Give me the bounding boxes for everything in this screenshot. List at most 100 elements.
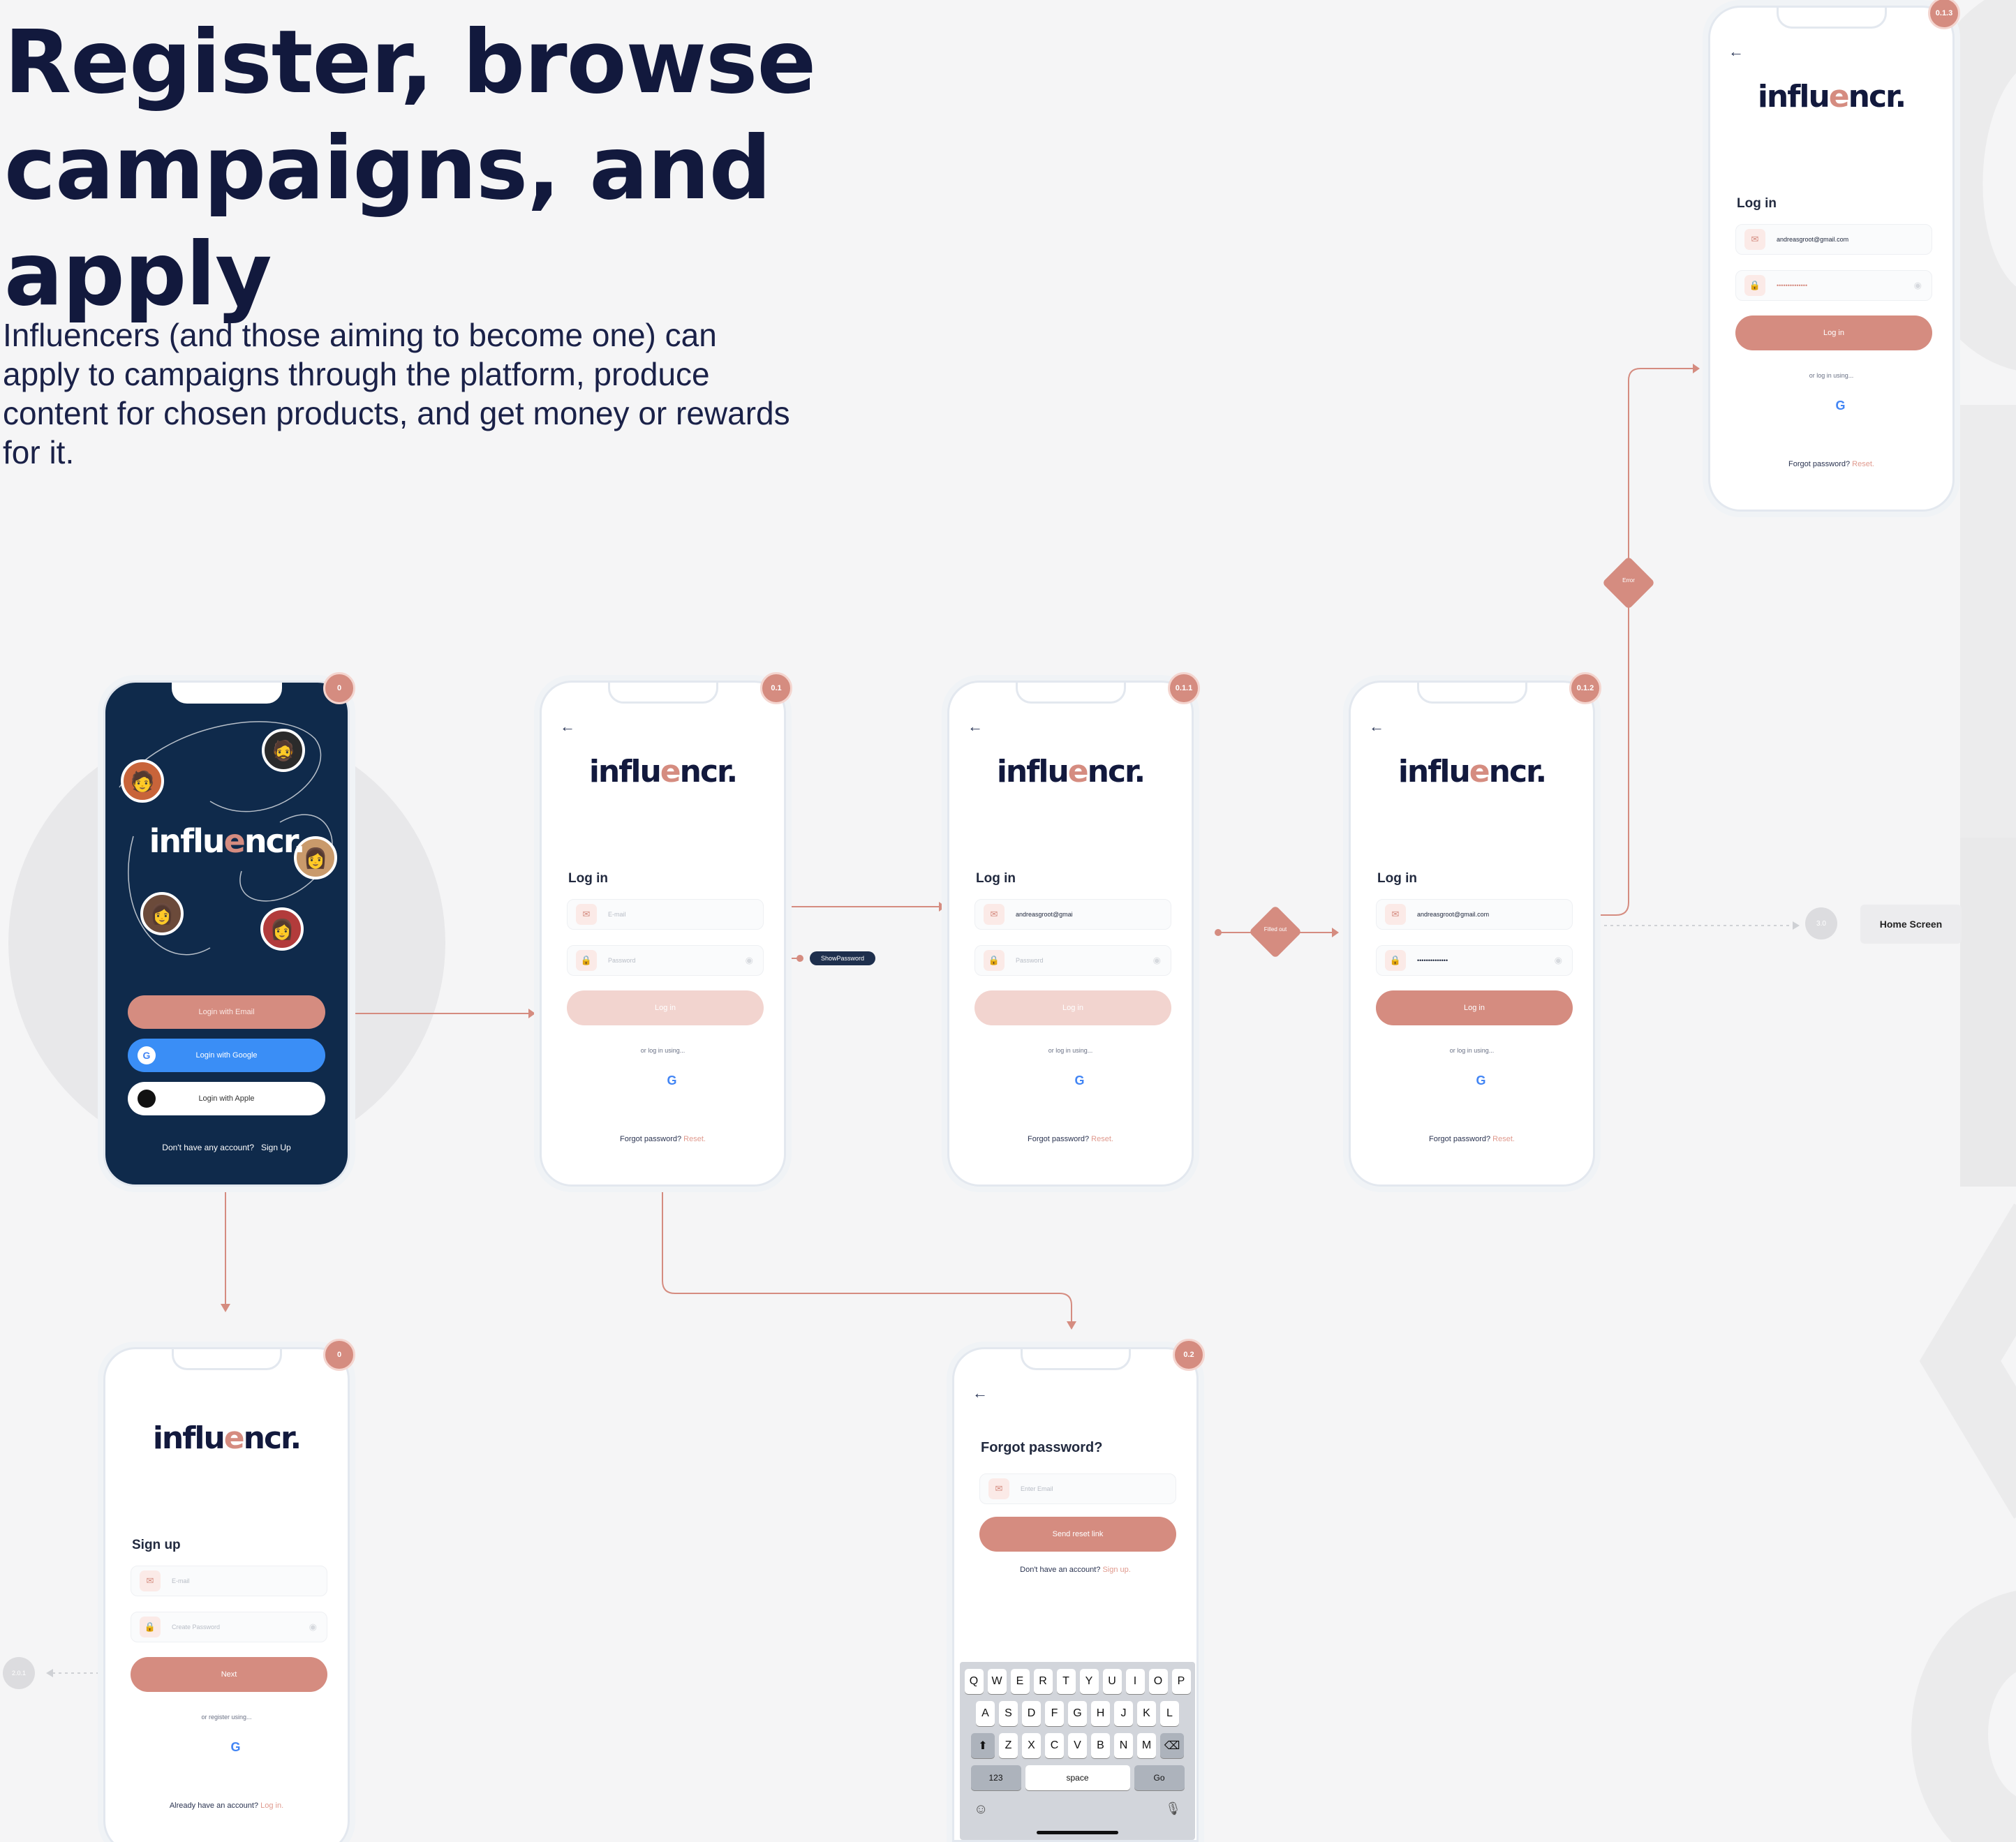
- password-field[interactable]: 🔒 •••••••••••••• ◉: [1376, 945, 1573, 976]
- reset-link[interactable]: Reset.: [1852, 460, 1874, 468]
- back-arrow-icon[interactable]: ←: [972, 1384, 988, 1402]
- mail-icon: ✉: [1385, 904, 1406, 925]
- google-icon[interactable]: G: [1074, 1074, 1084, 1088]
- email-field[interactable]: ✉ E-mail: [131, 1566, 327, 1596]
- password-field[interactable]: 🔒 Password ◉: [974, 945, 1171, 976]
- back-arrow-icon[interactable]: ←: [1728, 43, 1744, 61]
- login-button[interactable]: Log in: [974, 990, 1171, 1025]
- key[interactable]: G: [1068, 1701, 1087, 1726]
- avatar: 👩: [140, 892, 184, 935]
- email-field[interactable]: ✉ andreasgroot@gmail.com: [1376, 899, 1573, 930]
- key[interactable]: A: [976, 1701, 995, 1726]
- shift-key-icon[interactable]: ⬆: [971, 1733, 995, 1758]
- screen-badge: 0.1.1: [1168, 672, 1200, 704]
- key[interactable]: U: [1102, 1669, 1122, 1694]
- microphone-icon[interactable]: 🎙: [1165, 1802, 1181, 1816]
- key[interactable]: Z: [999, 1733, 1018, 1758]
- key[interactable]: J: [1114, 1701, 1133, 1726]
- lock-icon: 🔒: [984, 950, 1005, 971]
- eye-icon[interactable]: ◉: [1153, 955, 1161, 966]
- go-key[interactable]: Go: [1134, 1765, 1185, 1790]
- next-button[interactable]: Next: [131, 1657, 327, 1692]
- eye-icon[interactable]: ◉: [1914, 280, 1922, 291]
- key[interactable]: W: [987, 1669, 1007, 1694]
- key[interactable]: Q: [964, 1669, 984, 1694]
- email-field[interactable]: ✉ Enter Email: [979, 1473, 1176, 1504]
- backspace-key-icon[interactable]: ⌫: [1160, 1733, 1184, 1758]
- eye-icon[interactable]: ◉: [309, 1621, 317, 1633]
- email-field[interactable]: ✉ andreasgroot@gmai: [974, 899, 1171, 930]
- mail-icon: ✉: [988, 1478, 1009, 1499]
- create-password-field[interactable]: 🔒 Create Password ◉: [131, 1612, 327, 1642]
- key[interactable]: T: [1056, 1669, 1076, 1694]
- node-2-0-1: 2.0.1: [3, 1657, 35, 1689]
- key[interactable]: H: [1091, 1701, 1110, 1726]
- key[interactable]: E: [1010, 1669, 1030, 1694]
- onscreen-keyboard: Q W E R T Y U I O P A S D F G H J K L ⬆ …: [960, 1662, 1195, 1840]
- home-screen-node[interactable]: Home Screen: [1860, 905, 1962, 944]
- back-arrow-icon[interactable]: ←: [560, 718, 575, 736]
- phone-notch: [171, 1349, 282, 1370]
- key[interactable]: K: [1137, 1701, 1156, 1726]
- key[interactable]: S: [999, 1701, 1018, 1726]
- key[interactable]: I: [1125, 1669, 1145, 1694]
- phone-welcome: 🧑 🧔 👩 👩 👩 influencr. Login with Email GL…: [103, 681, 350, 1187]
- lock-icon: 🔒: [1744, 275, 1765, 296]
- sign-up-link[interactable]: Sign up.: [1102, 1566, 1130, 1574]
- eye-icon[interactable]: ◉: [746, 955, 753, 966]
- reset-link[interactable]: Reset.: [1492, 1135, 1515, 1143]
- space-key[interactable]: space: [1025, 1765, 1130, 1790]
- password-field[interactable]: 🔒 Password ◉: [567, 945, 764, 976]
- app-logo: influencr.: [1398, 754, 1547, 789]
- key[interactable]: L: [1160, 1701, 1179, 1726]
- key[interactable]: M: [1137, 1733, 1156, 1758]
- login-button[interactable]: Log in: [1735, 315, 1932, 350]
- emoji-icon[interactable]: ☺: [974, 1802, 988, 1818]
- key[interactable]: R: [1033, 1669, 1053, 1694]
- key[interactable]: C: [1045, 1733, 1064, 1758]
- mail-icon: ✉: [576, 904, 597, 925]
- google-icon[interactable]: G: [667, 1074, 676, 1088]
- key[interactable]: X: [1022, 1733, 1041, 1758]
- key[interactable]: D: [1022, 1701, 1041, 1726]
- reset-link[interactable]: Reset.: [1091, 1135, 1113, 1143]
- key[interactable]: N: [1114, 1733, 1133, 1758]
- mail-icon: ✉: [984, 904, 1005, 925]
- eye-icon[interactable]: ◉: [1555, 955, 1562, 966]
- key[interactable]: V: [1068, 1733, 1087, 1758]
- numbers-key[interactable]: 123: [970, 1765, 1021, 1790]
- lock-icon: 🔒: [1385, 950, 1406, 971]
- or-login-text: or log in using...: [640, 1047, 685, 1054]
- signup-prompt: Don't have any account? Sign Up: [162, 1143, 291, 1152]
- login-link[interactable]: Log in.: [260, 1802, 283, 1810]
- google-icon[interactable]: G: [230, 1740, 240, 1755]
- login-google-button[interactable]: G Login with Google: [128, 1039, 325, 1072]
- send-reset-link-button[interactable]: Send reset link: [979, 1517, 1176, 1552]
- login-button[interactable]: Log in: [567, 990, 764, 1025]
- back-arrow-icon[interactable]: ←: [968, 718, 983, 736]
- email-field[interactable]: ✉ E-mail: [567, 899, 764, 930]
- password-field[interactable]: 🔒 •••••••••••••• ◉: [1735, 270, 1932, 301]
- or-register-text: or register using...: [201, 1714, 252, 1721]
- key[interactable]: F: [1045, 1701, 1064, 1726]
- social-logins: G: [105, 1740, 348, 1755]
- google-icon[interactable]: G: [1476, 1074, 1485, 1088]
- google-icon[interactable]: G: [1835, 399, 1845, 413]
- login-heading: Log in: [568, 871, 608, 886]
- keyboard-row-3: ⬆ Z X C V B N M ⌫: [960, 1733, 1195, 1758]
- login-email-button[interactable]: Login with Email: [128, 995, 325, 1029]
- login-heading: Log in: [976, 871, 1016, 886]
- email-field[interactable]: ✉ andreasgroot@gmail.com: [1735, 224, 1932, 255]
- phone-login-error: ← influencr. Log in ✉ andreasgroot@gmail.…: [1708, 6, 1955, 512]
- key[interactable]: B: [1091, 1733, 1110, 1758]
- key[interactable]: O: [1148, 1669, 1168, 1694]
- key[interactable]: Y: [1079, 1669, 1099, 1694]
- login-apple-button[interactable]: Login with Apple: [128, 1082, 325, 1115]
- login-button[interactable]: Log in: [1376, 990, 1573, 1025]
- back-arrow-icon[interactable]: ←: [1369, 718, 1384, 736]
- reset-link[interactable]: Reset.: [683, 1135, 706, 1143]
- key[interactable]: P: [1171, 1669, 1191, 1694]
- sign-up-link[interactable]: Sign Up: [261, 1143, 291, 1152]
- screen-badge: 0.1: [760, 672, 792, 704]
- social-logins: G: [1351, 1074, 1593, 1088]
